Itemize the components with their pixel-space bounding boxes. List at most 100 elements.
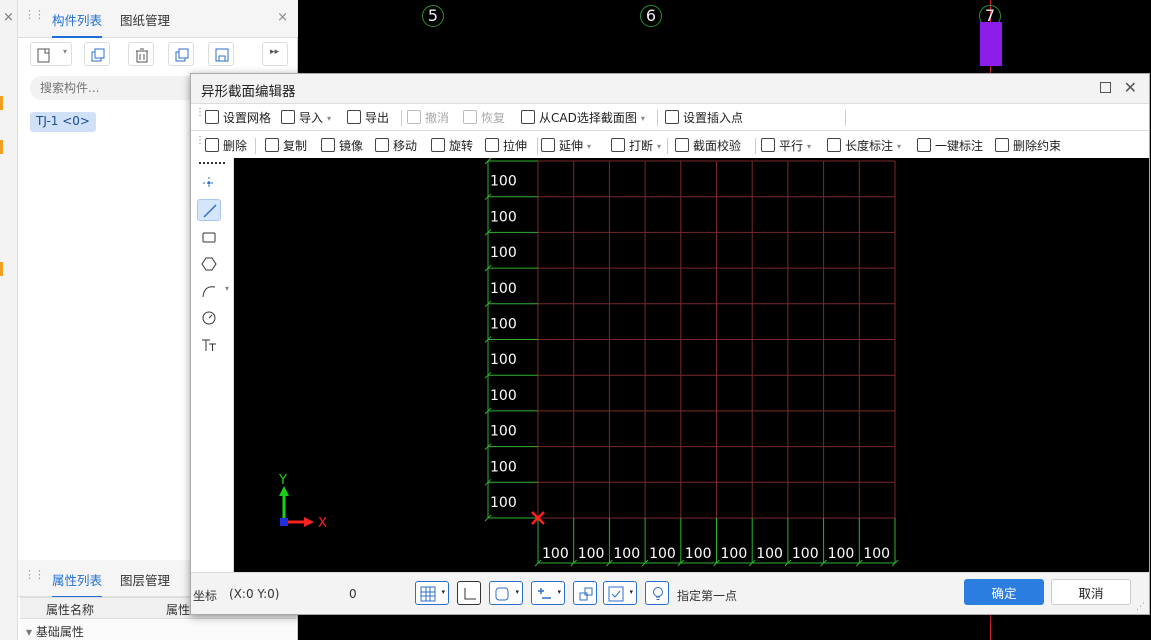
tab-layer-manage[interactable]: 图层管理: [120, 570, 170, 596]
collapse-icon[interactable]: ▾: [26, 625, 36, 639]
axis-label-6: 6: [640, 5, 662, 27]
arc-tool[interactable]: ▾: [197, 280, 229, 302]
tool-icon: [485, 138, 499, 152]
constraint-button[interactable]: [573, 581, 597, 605]
dialog-title-bar[interactable]: 异形截面编辑器 ✕: [191, 74, 1149, 104]
tool-icon: [281, 110, 295, 124]
tab-drawing-manage[interactable]: 图纸管理: [120, 10, 170, 36]
grip-icon[interactable]: ⋮: [195, 108, 205, 118]
col-dimension-label: 100: [649, 546, 676, 562]
toolbar-button-edit-6[interactable]: 延伸 ▾: [541, 137, 591, 155]
row-dimension-label: 100: [490, 352, 517, 368]
resize-grip-icon[interactable]: ⋰: [1136, 602, 1145, 612]
grip-icon[interactable]: ⋮⋮: [24, 9, 45, 20]
coord-value: (X:0 Y:0): [229, 587, 280, 601]
grid-toggle-button[interactable]: ▾: [415, 581, 449, 605]
chevron-down-icon[interactable]: ▾: [641, 114, 645, 123]
grip-icon[interactable]: ⋮⋮: [24, 569, 45, 580]
tool-icon: [827, 138, 841, 152]
dimension-toggle-button[interactable]: ▾: [531, 581, 565, 605]
x-axis-label: X: [318, 516, 327, 531]
maximize-icon[interactable]: [1100, 82, 1111, 93]
line-tool[interactable]: [197, 199, 221, 221]
grip-icon[interactable]: ⋮: [195, 136, 205, 146]
toolbar-separator: [845, 110, 846, 126]
chevron-down-icon[interactable]: ▾: [657, 142, 661, 151]
layer-copy-button[interactable]: [168, 42, 194, 66]
point-tool[interactable]: [197, 172, 221, 194]
close-icon[interactable]: ×: [3, 10, 14, 25]
toolbar-button-edit-5[interactable]: 拉伸: [485, 137, 527, 155]
ortho-icon: [464, 588, 476, 600]
toolbar-button-main-0[interactable]: 设置网格: [205, 109, 271, 127]
toolbar-button-edit-7[interactable]: 打断 ▾: [611, 137, 661, 155]
panel-tabs: ⋮⋮ 构件列表 图纸管理 ×: [18, 0, 298, 38]
toolbar-button-edit-11[interactable]: 一键标注: [917, 137, 983, 155]
constraint-icon: [579, 587, 593, 601]
copy-component-button[interactable]: [84, 42, 110, 66]
toolbar-button-edit-10[interactable]: 长度标注 ▾: [827, 137, 901, 155]
circle-tool[interactable]: [197, 307, 221, 329]
property-group-basic[interactable]: ▾ 基础属性: [20, 620, 296, 640]
toolbar-button-edit-2[interactable]: 镜像: [321, 137, 363, 155]
toolbar-button-edit-9[interactable]: 平行 ▾: [761, 137, 811, 155]
section-grid-canvas[interactable]: 100 100 100 100 100 100 100 100 100 100 100 100 100 1…: [234, 158, 1149, 572]
toolbar-button-main-3: 撤消: [407, 109, 449, 127]
toolbar-button-main-2[interactable]: 导出: [347, 109, 389, 127]
toolbar-button-edit-3[interactable]: 移动: [375, 137, 417, 155]
tab-property-list[interactable]: 属性列表: [52, 570, 103, 598]
col-dimension-label: 100: [863, 546, 890, 562]
snap-button[interactable]: ▾: [489, 581, 523, 605]
tips-button[interactable]: [645, 581, 669, 605]
new-component-button[interactable]: ▾: [30, 42, 72, 66]
toolbar-button-main-6[interactable]: 设置插入点: [665, 109, 743, 127]
toolbar-button-main-1[interactable]: 导入 ▾: [281, 109, 331, 127]
tool-icon: [761, 138, 775, 152]
chevron-down-icon: ▾: [557, 588, 561, 596]
chevron-down-icon[interactable]: ▾: [897, 142, 901, 151]
tool-icon: [375, 138, 389, 152]
draw-tools: ▾: [191, 158, 234, 572]
toolbar-label: 恢复: [481, 111, 506, 125]
toolbar-label: 设置网格: [223, 111, 272, 125]
close-icon[interactable]: ✕: [1124, 78, 1137, 97]
check-button[interactable]: ▾: [603, 581, 637, 605]
toolbar-button-edit-4[interactable]: 旋转: [431, 137, 473, 155]
toolbar-button-edit-0[interactable]: 删除: [205, 137, 247, 155]
column-element[interactable]: [980, 22, 1002, 66]
tool-icon: [917, 138, 931, 152]
cancel-button[interactable]: 取消: [1051, 579, 1131, 605]
y-axis-label: Y: [278, 473, 287, 488]
row-dimension-label: 100: [490, 245, 517, 261]
toolbar-button-edit-1[interactable]: 复制: [265, 137, 307, 155]
toolbar-separator: [657, 110, 658, 126]
left-edge-strip: ×: [0, 0, 18, 640]
dimension-icon: [538, 588, 551, 599]
chevron-down-icon: ▾: [62, 47, 67, 56]
row-dimension-label: 100: [490, 174, 517, 190]
chevron-down-icon[interactable]: ▾: [587, 142, 591, 151]
rectangle-tool[interactable]: [197, 226, 221, 248]
save-component-button[interactable]: [208, 42, 234, 66]
toolbar-separator: [537, 138, 538, 154]
close-icon[interactable]: ×: [277, 10, 288, 25]
chevron-down-icon[interactable]: ▾: [327, 114, 331, 123]
toolbar-button-edit-12[interactable]: 删除约束: [995, 137, 1061, 155]
text-tool[interactable]: [197, 334, 221, 356]
tool-icon: [205, 138, 219, 152]
toolbar-button-edit-8[interactable]: 截面校验: [675, 137, 741, 155]
chevron-down-icon[interactable]: ▾: [807, 142, 811, 151]
tab-component-list[interactable]: 构件列表: [52, 10, 103, 38]
component-item-tj1[interactable]: TJ-1 <0>: [30, 112, 96, 132]
toolbar-label: 旋转: [449, 139, 474, 153]
toolbar-label: 拉伸: [503, 139, 528, 153]
ok-button[interactable]: 确定: [964, 579, 1044, 605]
tool-icon: [463, 110, 477, 124]
ortho-button[interactable]: [457, 581, 481, 605]
column-property-value: 属性: [166, 603, 191, 617]
more-button[interactable]: ▸▸: [262, 42, 288, 66]
toolbar-button-main-5[interactable]: 从CAD选择截面图 ▾: [521, 109, 645, 127]
tool-icon: [675, 138, 689, 152]
delete-component-button[interactable]: [128, 42, 154, 66]
polygon-tool[interactable]: [197, 253, 221, 275]
